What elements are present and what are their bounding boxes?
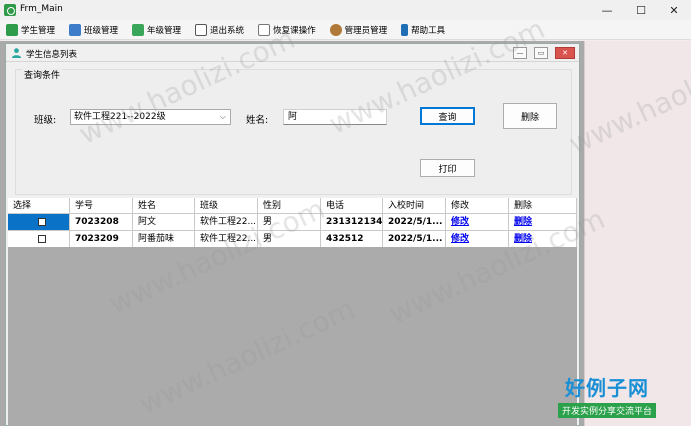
minimize-button[interactable]: —: [590, 0, 624, 20]
menu-admin-management[interactable]: 管理员管理: [329, 23, 387, 36]
column-header-date[interactable]: 入校时间: [383, 198, 446, 213]
child-restore-button[interactable]: ▭: [534, 47, 548, 59]
column-header-phone[interactable]: 电话: [321, 198, 383, 213]
brand-name: 好例子网: [565, 376, 649, 400]
column-header-name[interactable]: 姓名: [133, 198, 195, 213]
class-icon: [69, 23, 82, 36]
column-header-delete[interactable]: 删除: [509, 198, 577, 213]
restore-icon: [258, 23, 271, 36]
table-row[interactable]: 7023208 阿文 软件工程22... 男 231312134 2022/5/…: [8, 214, 577, 231]
cell-delete: 删除: [509, 231, 577, 247]
class-label: 班级:: [34, 115, 57, 126]
query-button[interactable]: 查询: [420, 107, 475, 125]
menu-exit-system[interactable]: 退出系统: [195, 23, 244, 36]
delete-button[interactable]: 删除: [503, 103, 557, 129]
cell-delete: 删除: [509, 214, 577, 230]
child-minimize-button[interactable]: —: [513, 47, 527, 59]
edit-link[interactable]: 修改: [451, 217, 469, 227]
grid-header: 选择 学号 姓名 班级 性别 电话 入校时间 修改 删除: [8, 198, 577, 214]
row-select-cell[interactable]: [8, 214, 70, 230]
right-panel: [584, 41, 691, 426]
window-titlebar: Frm_Main — ☐ ✕: [0, 0, 691, 20]
class-combobox-value: 软件工程221--2022级: [74, 112, 166, 122]
cell-id: 7023208: [70, 214, 133, 230]
grid-empty-area: [8, 247, 577, 426]
column-header-edit[interactable]: 修改: [446, 198, 509, 213]
delete-link[interactable]: 删除: [514, 217, 532, 227]
row-checkbox[interactable]: [38, 218, 46, 226]
column-header-id[interactable]: 学号: [70, 198, 133, 213]
delete-link[interactable]: 删除: [514, 234, 532, 244]
cell-edit: 修改: [446, 214, 509, 230]
cell-edit: 修改: [446, 231, 509, 247]
column-header-gender[interactable]: 性别: [258, 198, 321, 213]
row-checkbox[interactable]: [38, 235, 46, 243]
close-button[interactable]: ✕: [657, 0, 691, 20]
student-icon: [6, 23, 18, 36]
cell-gender: 男: [258, 214, 321, 230]
query-group-title: 查询条件: [22, 68, 63, 81]
cell-phone: 231312134: [321, 214, 383, 230]
child-close-button[interactable]: ✕: [555, 47, 575, 59]
name-input[interactable]: 阿: [283, 109, 387, 125]
help-book-icon: [401, 23, 409, 36]
menu-bar: 学生管理 班级管理 年级管理 退出系统 恢复课操作 管理员管理 帮助工具: [0, 20, 691, 40]
window-title: Frm_Main: [20, 4, 63, 14]
column-header-select[interactable]: 选择: [8, 198, 70, 213]
app-icon: [4, 4, 16, 16]
student-list-window: 学生信息列表 — ▭ ✕ 查询条件 班级: 软件工程221--2022级 ⌵ 姓…: [5, 43, 580, 426]
name-label: 姓名:: [246, 115, 269, 126]
row-select-cell[interactable]: [8, 231, 70, 247]
student-icon: [11, 48, 22, 58]
brand-logo: 好例子网 开发实例分享交流平台: [548, 372, 666, 418]
maximize-button[interactable]: ☐: [624, 0, 658, 20]
print-button[interactable]: 打印: [420, 159, 475, 177]
cell-class: 软件工程22...: [195, 231, 258, 247]
admin-icon: [329, 23, 342, 36]
menu-grade-management[interactable]: 年级管理: [132, 23, 181, 36]
table-row[interactable]: 7023209 阿番茄味 软件工程22... 男 432512 2022/5/1…: [8, 231, 577, 248]
menu-restore-operation[interactable]: 恢复课操作: [258, 23, 316, 36]
child-title: 学生信息列表: [26, 50, 78, 60]
brand-tagline: 开发实例分享交流平台: [557, 403, 656, 418]
menu-student-management[interactable]: 学生管理: [6, 23, 55, 36]
grade-icon: [132, 23, 145, 36]
menu-class-management[interactable]: 班级管理: [69, 23, 118, 36]
exit-icon: [195, 23, 208, 36]
cell-name: 阿番茄味: [133, 231, 195, 247]
cell-name: 阿文: [133, 214, 195, 230]
class-combobox[interactable]: 软件工程221--2022级 ⌵: [70, 109, 231, 125]
column-header-class[interactable]: 班级: [195, 198, 258, 213]
cell-date: 2022/5/1...: [383, 231, 446, 247]
chevron-down-icon[interactable]: ⌵: [220, 110, 226, 124]
cell-gender: 男: [258, 231, 321, 247]
query-groupbox: 查询条件: [15, 68, 572, 195]
cell-date: 2022/5/1...: [383, 214, 446, 230]
cell-phone: 432512: [321, 231, 383, 247]
menu-help-tools[interactable]: 帮助工具: [401, 23, 445, 36]
edit-link[interactable]: 修改: [451, 234, 469, 244]
child-titlebar: 学生信息列表 — ▭ ✕: [6, 44, 579, 62]
cell-id: 7023209: [70, 231, 133, 247]
cell-class: 软件工程22...: [195, 214, 258, 230]
